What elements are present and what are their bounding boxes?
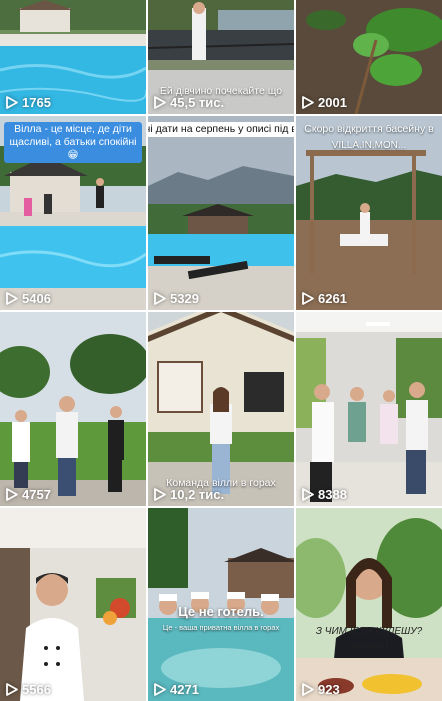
- video-tile-2[interactable]: Ей дівчино почекайте що 45,5 тис.: [148, 0, 294, 114]
- view-count: 4271: [154, 682, 199, 697]
- video-tile-3[interactable]: 2001: [296, 0, 442, 114]
- play-icon: [154, 488, 166, 501]
- video-caption-secondary: Це - ваша приватна вілла в горах: [162, 623, 280, 632]
- video-tile-11[interactable]: Це не готель. Це - ваша приватна вілла в…: [148, 508, 294, 701]
- video-thumbnail: [0, 508, 146, 701]
- view-count-label: 10,2 тис.: [170, 487, 225, 502]
- play-icon: [154, 683, 166, 696]
- video-caption-secondary: Частина 1: [348, 641, 390, 650]
- video-tile-6[interactable]: Скоро відкриття басейну в VILLA.IN.MON..…: [296, 116, 442, 310]
- video-caption: З ЧИМ ЇСТИ КУЛЕШУ?: [315, 626, 423, 637]
- view-count: 6261: [302, 291, 347, 306]
- video-caption: Скоро відкриття басейну в: [304, 123, 434, 135]
- video-thumbnail: [296, 508, 442, 701]
- view-count: 1765: [6, 95, 51, 110]
- play-icon: [6, 292, 18, 305]
- video-tile-7[interactable]: 4757: [0, 312, 146, 506]
- video-grid: 1765 Ей дівчино почекайте що 45,5 тис. 2…: [0, 0, 442, 701]
- play-icon: [302, 683, 314, 696]
- view-count-label: 4757: [22, 487, 51, 502]
- view-count: 5329: [154, 291, 199, 306]
- video-thumbnail: [0, 312, 146, 506]
- play-icon: [302, 96, 314, 109]
- play-icon: [302, 292, 314, 305]
- view-count-label: 5566: [22, 682, 51, 697]
- video-tile-5[interactable]: вільні дати на серпень у описі під відео…: [148, 116, 294, 310]
- view-count-label: 8388: [318, 487, 347, 502]
- view-count-label: 5406: [22, 291, 51, 306]
- view-count-label: 5329: [170, 291, 199, 306]
- play-icon: [6, 488, 18, 501]
- view-count: 2001: [302, 95, 347, 110]
- view-count: 45,5 тис.: [154, 95, 224, 110]
- video-tile-8[interactable]: Команда вілли в горах 10,2 тис.: [148, 312, 294, 506]
- video-tile-10[interactable]: 5566: [0, 508, 146, 701]
- play-icon: [154, 96, 166, 109]
- play-icon: [154, 292, 166, 305]
- play-icon: [6, 683, 18, 696]
- view-count-label: 1765: [22, 95, 51, 110]
- view-count-label: 6261: [318, 291, 347, 306]
- video-tile-12[interactable]: З ЧИМ ЇСТИ КУЛЕШУ? Частина 1 923: [296, 508, 442, 701]
- video-thumbnail: [296, 312, 442, 506]
- video-thumbnail: [148, 116, 294, 310]
- view-count: 923: [302, 682, 340, 697]
- view-count: 5406: [6, 291, 51, 306]
- view-count: 4757: [6, 487, 51, 502]
- view-count: 8388: [302, 487, 347, 502]
- video-tile-1[interactable]: 1765: [0, 0, 146, 114]
- view-count-label: 45,5 тис.: [170, 95, 225, 110]
- video-tile-9[interactable]: 8388: [296, 312, 442, 506]
- view-count: 10,2 тис.: [154, 487, 224, 502]
- video-caption: Вілла - це місце, де діти щасливі, а бат…: [4, 122, 142, 163]
- video-caption: вільні дати на серпень у описі під відео: [148, 122, 294, 137]
- play-icon: [6, 96, 18, 109]
- video-caption: Це не готель.: [178, 604, 264, 619]
- view-count: 5566: [6, 682, 51, 697]
- video-caption-secondary: VILLA.IN.MON...: [331, 140, 407, 151]
- video-tile-4[interactable]: Вілла - це місце, де діти щасливі, а бат…: [0, 116, 146, 310]
- play-icon: [302, 488, 314, 501]
- view-count-label: 2001: [318, 95, 347, 110]
- view-count-label: 4271: [170, 682, 199, 697]
- view-count-label: 923: [318, 682, 340, 697]
